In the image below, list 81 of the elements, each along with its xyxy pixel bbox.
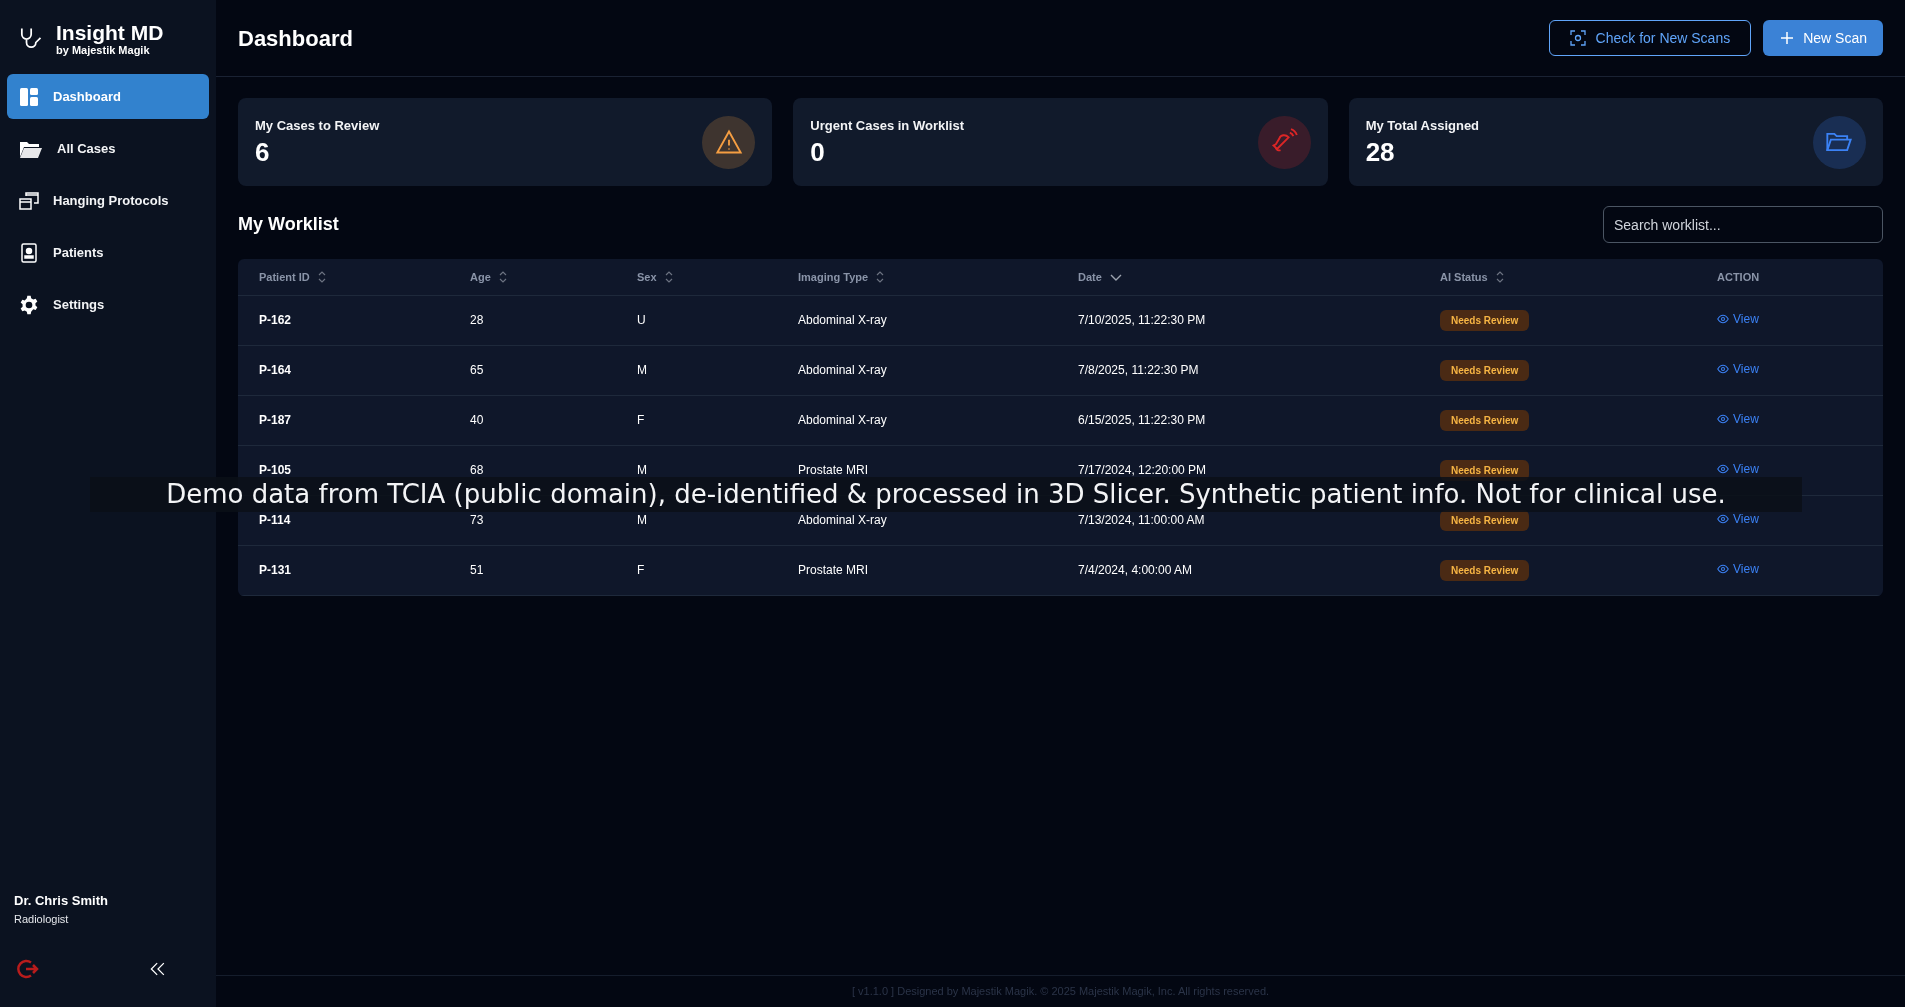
status-badge: Needs Review bbox=[1440, 559, 1530, 581]
eye-icon bbox=[1717, 313, 1729, 325]
stat-label: My Cases to Review bbox=[255, 117, 380, 135]
section-title: My Worklist bbox=[238, 213, 339, 236]
user-role: Radiologist bbox=[14, 911, 70, 927]
view-link[interactable]: View bbox=[1717, 410, 1759, 428]
age-cell: 68 bbox=[470, 463, 484, 477]
plus-icon bbox=[1779, 30, 1796, 46]
imaging-type-cell: Abdominal X-ray bbox=[798, 313, 887, 327]
column-header: ACTION bbox=[1717, 269, 1760, 285]
date-cell: 6/15/2025, 11:22:30 PM bbox=[1078, 413, 1206, 427]
status-badge: Needs Review bbox=[1440, 359, 1530, 381]
view-link[interactable]: View bbox=[1717, 560, 1759, 578]
logout-icon bbox=[16, 957, 40, 981]
date-cell: 7/17/2024, 12:20:00 PM bbox=[1078, 463, 1207, 477]
column-header[interactable]: Date bbox=[1078, 268, 1122, 285]
windows-icon bbox=[19, 190, 39, 211]
view-link[interactable]: View bbox=[1717, 510, 1759, 528]
eye-icon bbox=[1717, 563, 1729, 575]
column-header[interactable]: AI Status bbox=[1440, 268, 1504, 285]
nav-item[interactable]: All Cases bbox=[7, 126, 209, 171]
stat-label: Urgent Cases in Worklist bbox=[810, 117, 964, 135]
stat-value: 28 bbox=[1365, 135, 1396, 168]
app-subtitle: by Majestik Magik bbox=[56, 44, 151, 56]
eye-icon bbox=[1717, 513, 1729, 525]
imaging-type-cell: Prostate MRI bbox=[798, 463, 869, 477]
patient-id-cell: P-164 bbox=[259, 363, 292, 377]
status-badge: Needs Review bbox=[1440, 309, 1530, 331]
view-link[interactable]: View bbox=[1717, 360, 1759, 378]
age-cell: 28 bbox=[470, 313, 484, 327]
age-cell: 73 bbox=[470, 513, 484, 527]
nav-item[interactable]: Hanging Protocols bbox=[7, 178, 209, 223]
eye-icon bbox=[1717, 413, 1729, 425]
page-title: Dashboard bbox=[238, 24, 353, 53]
check-scans-button[interactable]: Check for New Scans bbox=[1548, 20, 1752, 56]
id-card-icon bbox=[19, 242, 39, 263]
app-title: Insight MD bbox=[56, 21, 164, 43]
age-cell: 65 bbox=[470, 363, 484, 377]
new-scan-button[interactable]: New Scan bbox=[1763, 20, 1883, 56]
stat-value: 6 bbox=[255, 135, 271, 168]
column-header[interactable]: Sex bbox=[637, 268, 673, 285]
sex-cell: U bbox=[637, 313, 646, 327]
dashboard-icon bbox=[19, 86, 39, 107]
sex-cell: M bbox=[637, 363, 647, 377]
column-header[interactable]: Age bbox=[470, 268, 507, 285]
stat-value: 0 bbox=[810, 135, 826, 168]
patient-id-cell: P-162 bbox=[259, 313, 292, 327]
nav-item[interactable]: Dashboard bbox=[7, 74, 209, 119]
date-cell: 7/8/2025, 11:22:30 PM bbox=[1078, 363, 1199, 377]
patient-id-cell: P-131 bbox=[259, 563, 292, 577]
column-header[interactable]: Patient ID bbox=[259, 268, 326, 285]
sex-cell: M bbox=[637, 463, 647, 477]
eye-icon bbox=[1717, 363, 1729, 375]
patient-id-cell: P-105 bbox=[259, 463, 292, 477]
imaging-type-cell: Abdominal X-ray bbox=[798, 363, 887, 377]
settings-icon bbox=[19, 294, 39, 315]
sex-cell: M bbox=[637, 513, 647, 527]
imaging-type-cell: Abdominal X-ray bbox=[798, 413, 887, 427]
eye-icon bbox=[1717, 463, 1729, 475]
column-header[interactable]: Imaging Type bbox=[798, 268, 885, 285]
status-badge: Needs Review bbox=[1440, 409, 1530, 431]
imaging-type-cell: Abdominal X-ray bbox=[798, 513, 887, 527]
nav-item[interactable]: Patients bbox=[7, 230, 209, 275]
date-cell: 7/13/2024, 11:00:00 AM bbox=[1078, 513, 1205, 527]
sex-cell: F bbox=[637, 413, 645, 427]
patient-id-cell: P-114 bbox=[259, 513, 291, 527]
scan-icon bbox=[1569, 30, 1586, 46]
date-cell: 7/10/2025, 11:22:30 PM bbox=[1078, 313, 1206, 327]
age-cell: 51 bbox=[470, 563, 484, 577]
age-cell: 40 bbox=[470, 413, 484, 427]
imaging-type-cell: Prostate MRI bbox=[798, 563, 869, 577]
search-field[interactable]: Search worklist... bbox=[1603, 206, 1883, 243]
nav-item[interactable]: Settings bbox=[7, 282, 209, 327]
date-cell: 7/4/2024, 4:00:00 AM bbox=[1078, 563, 1193, 577]
caption-banner: Demo data from TCIA (public domain), de-identified & processed in 3D Slicer. Synthetic patient info. Not for clinical use. bbox=[90, 477, 1802, 512]
view-link[interactable]: View bbox=[1717, 460, 1759, 478]
view-link[interactable]: View bbox=[1717, 310, 1759, 328]
sex-cell: F bbox=[637, 563, 645, 577]
patient-id-cell: P-187 bbox=[259, 413, 292, 427]
stat-label: My Total Assigned bbox=[1365, 117, 1480, 135]
user-name: Dr. Chris Smith bbox=[14, 892, 109, 910]
